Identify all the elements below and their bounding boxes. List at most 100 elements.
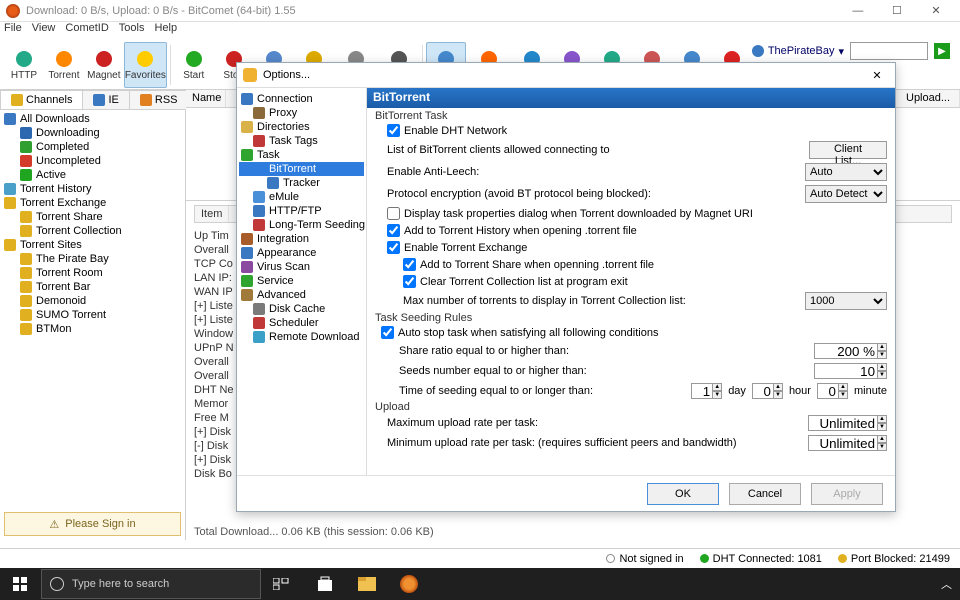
piratebay-dropdown[interactable]: ThePirateBay ▾ [752, 45, 844, 58]
sidebar-item-torrent-history[interactable]: Torrent History [4, 182, 181, 196]
options-tree-directories[interactable]: Directories [239, 120, 364, 134]
menu-cometid[interactable]: CometID [65, 22, 108, 40]
checkbox-torrent-share[interactable]: Add to Torrent Share when openning .torr… [403, 258, 654, 271]
system-tray[interactable]: ︿ [941, 576, 960, 592]
globe-icon [752, 45, 764, 57]
options-tree-emule[interactable]: eMule [239, 190, 364, 204]
input-time-hour[interactable] [752, 383, 774, 399]
options-tree-integration[interactable]: Integration [239, 232, 364, 246]
group-upload: Upload [375, 401, 887, 413]
sidebar-item-torrent-sites[interactable]: Torrent Sites [4, 238, 181, 252]
options-tree-long-term-seeding[interactable]: Long-Term Seeding [239, 218, 364, 232]
toolbar-torrent[interactable]: Torrent [44, 42, 84, 88]
input-share-ratio[interactable] [814, 343, 878, 359]
label-max-collection: Max number of torrents to display in Tor… [403, 295, 799, 307]
taskbar-app-bitcomet[interactable] [389, 568, 429, 600]
toolbar-http[interactable]: HTTP [4, 42, 44, 88]
minimize-button[interactable]: — [840, 5, 876, 17]
options-tree-task-tags[interactable]: Task Tags [239, 134, 364, 148]
options-tree-connection[interactable]: Connection [239, 92, 364, 106]
sidebar-item-torrent-room[interactable]: Torrent Room [4, 266, 181, 280]
client-list-button[interactable]: Client List... [809, 141, 887, 159]
sidebar-item-active[interactable]: Active [4, 168, 181, 182]
spin-up[interactable]: ▲ [877, 343, 887, 351]
taskbar-app-store[interactable] [305, 568, 345, 600]
options-tree-service[interactable]: Service [239, 274, 364, 288]
select-anti-leech[interactable]: Auto [805, 163, 887, 181]
options-tree-http-ftp[interactable]: HTTP/FTP [239, 204, 364, 218]
dialog-titlebar: Options... ✕ [237, 63, 895, 87]
spin-up[interactable]: ▲ [877, 363, 887, 371]
checkbox-magnet-dialog[interactable]: Display task properties dialog when Torr… [387, 207, 753, 220]
sidebar-item-all-downloads[interactable]: All Downloads [4, 112, 181, 126]
options-tree-advanced[interactable]: Advanced [239, 288, 364, 302]
sidebar-tab-channels[interactable]: Channels [0, 90, 83, 109]
sidebar-item-torrent-bar[interactable]: Torrent Bar [4, 280, 181, 294]
options-tree-proxy[interactable]: Proxy [239, 106, 364, 120]
options-tree-task[interactable]: Task [239, 148, 364, 162]
options-tree-virus-scan[interactable]: Virus Scan [239, 260, 364, 274]
close-button[interactable]: ✕ [918, 4, 954, 17]
spin-down[interactable]: ▼ [877, 371, 887, 379]
options-tree: ConnectionProxyDirectoriesTask TagsTaskB… [237, 88, 367, 475]
sidebar-item-btmon[interactable]: BTMon [4, 322, 181, 336]
taskview-icon [273, 578, 289, 590]
sidebar-item-torrent-share[interactable]: Torrent Share [4, 210, 181, 224]
label-share-ratio: Share ratio equal to or higher than: [399, 345, 808, 357]
sidebar-item-the-pirate-bay[interactable]: The Pirate Bay [4, 252, 181, 266]
options-tree-bittorrent[interactable]: BitTorrent [239, 162, 364, 176]
input-time-day[interactable] [691, 383, 713, 399]
input-seeds-number[interactable] [814, 363, 878, 379]
sidebar-tab-rss[interactable]: RSS [129, 90, 189, 109]
toolbar-magnet[interactable]: Magnet [84, 42, 124, 88]
window-title: Download: 0 B/s, Upload: 0 B/s - BitCome… [26, 5, 840, 17]
options-tree-remote-download[interactable]: Remote Download [239, 330, 364, 344]
sidebar-item-demonoid[interactable]: Demonoid [4, 294, 181, 308]
list-col-name[interactable]: Name [186, 90, 226, 107]
search-go-button[interactable]: ▶ [934, 43, 950, 59]
sidebar-item-torrent-exchange[interactable]: Torrent Exchange [4, 196, 181, 210]
task-view-button[interactable] [261, 568, 301, 600]
maximize-button[interactable]: ☐ [879, 4, 915, 17]
input-time-min[interactable] [817, 383, 839, 399]
checkbox-enable-dht[interactable]: Enable DHT Network [387, 124, 507, 137]
menu-file[interactable]: File [4, 22, 22, 40]
stats-col-item[interactable]: Item [195, 206, 229, 222]
select-max-collection[interactable]: 1000 [805, 292, 887, 310]
menu-help[interactable]: Help [154, 22, 177, 40]
options-tree-tracker[interactable]: Tracker [239, 176, 364, 190]
checkbox-auto-stop[interactable]: Auto stop task when satisfying all follo… [381, 326, 658, 339]
sidebar-tab-ie[interactable]: IE [82, 90, 129, 109]
taskbar-app-explorer[interactable] [347, 568, 387, 600]
options-tree-scheduler[interactable]: Scheduler [239, 316, 364, 330]
input-min-upload[interactable] [808, 435, 878, 451]
sidebar-item-uncompleted[interactable]: Uncompleted [4, 154, 181, 168]
checkbox-clear-collection[interactable]: Clear Torrent Collection list at program… [403, 275, 628, 288]
select-protocol-encryption[interactable]: Auto Detect [805, 185, 887, 203]
toolbar-favorites[interactable]: Favorites [124, 42, 167, 88]
menu-tools[interactable]: Tools [119, 22, 145, 40]
options-tree-disk-cache[interactable]: Disk Cache [239, 302, 364, 316]
apply-button[interactable]: Apply [811, 483, 883, 505]
checkbox-torrent-history[interactable]: Add to Torrent History when opening .tor… [387, 224, 637, 237]
options-content: BitTorrent BitTorrent Task Enable DHT Ne… [367, 88, 895, 475]
spin-down[interactable]: ▼ [877, 351, 887, 359]
menu-view[interactable]: View [32, 22, 56, 40]
options-tree-appearance[interactable]: Appearance [239, 246, 364, 260]
sidebar-item-completed[interactable]: Completed [4, 140, 181, 154]
toolbar-start[interactable]: Start [174, 42, 214, 88]
taskbar-search[interactable]: Type here to search [41, 569, 261, 599]
group-bittorrent-task: BitTorrent Task [375, 110, 887, 122]
sidebar-item-sumo-torrent[interactable]: SUMO Torrent [4, 308, 181, 322]
input-max-upload[interactable] [808, 415, 878, 431]
sign-in-button[interactable]: ⚠ Please Sign in [4, 512, 181, 536]
sidebar-item-downloading[interactable]: Downloading [4, 126, 181, 140]
checkbox-torrent-exchange[interactable]: Enable Torrent Exchange [387, 241, 527, 254]
cancel-button[interactable]: Cancel [729, 483, 801, 505]
ok-button[interactable]: OK [647, 483, 719, 505]
sidebar-item-torrent-collection[interactable]: Torrent Collection [4, 224, 181, 238]
dialog-close-button[interactable]: ✕ [865, 69, 889, 82]
list-col-upload[interactable]: Upload... [900, 90, 960, 107]
start-button[interactable] [0, 568, 40, 600]
toolbar-search-input[interactable] [850, 42, 928, 60]
